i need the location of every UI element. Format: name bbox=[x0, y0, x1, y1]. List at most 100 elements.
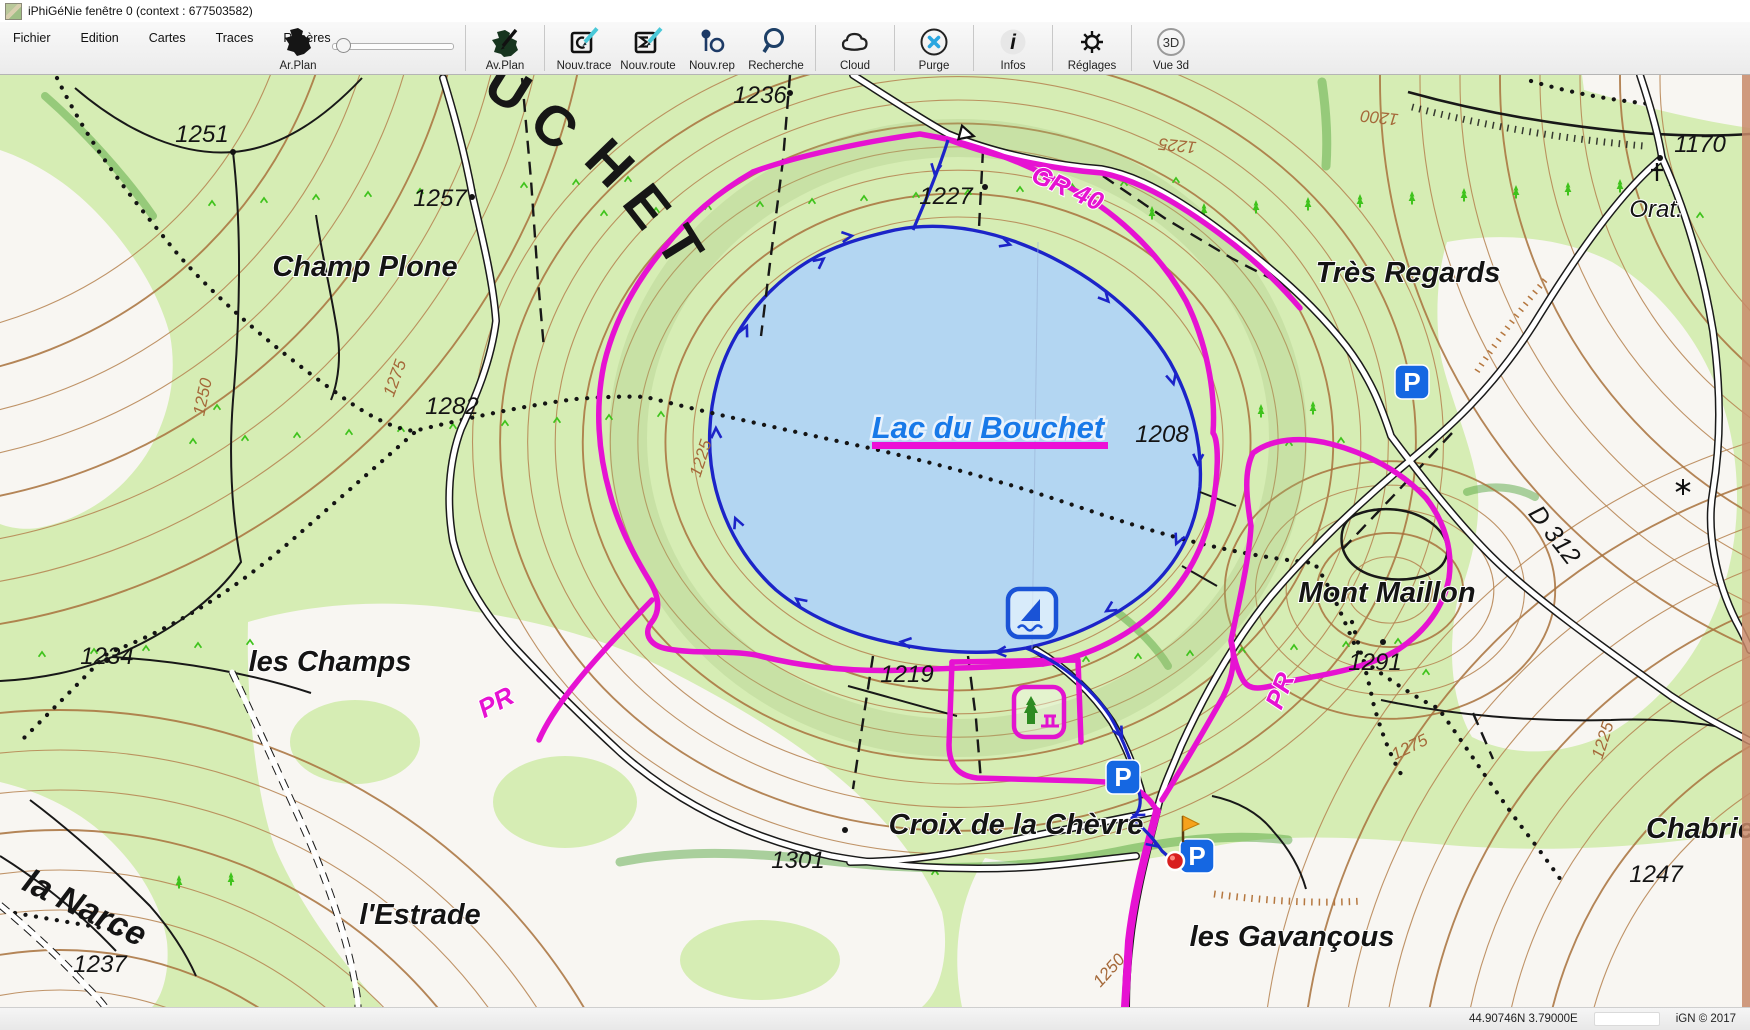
nouvtrace-label: Nouv.trace bbox=[557, 60, 612, 72]
search-icon bbox=[759, 23, 793, 60]
map-label: 1251 bbox=[175, 121, 228, 148]
map-label: 1225 bbox=[1157, 134, 1197, 157]
map-label: l'Estrade bbox=[359, 899, 480, 931]
avplan-button[interactable]: Av.Plan bbox=[473, 23, 537, 72]
svg-text:P: P bbox=[1403, 367, 1420, 397]
parking-icon[interactable]: P bbox=[1180, 839, 1214, 873]
map-label: 1247 bbox=[1629, 861, 1684, 888]
map-label: 1234 bbox=[80, 643, 133, 670]
map-label: Très Regards bbox=[1316, 257, 1501, 289]
arplan-button[interactable]: Ar.Plan bbox=[266, 23, 330, 72]
cloud-icon bbox=[838, 23, 872, 60]
toolbar-separator bbox=[894, 25, 895, 71]
statusbar: 44.90746N 3.79000E iGN © 2017 bbox=[0, 1007, 1750, 1030]
map-label: Orat. bbox=[1629, 196, 1682, 223]
purge-label: Purge bbox=[919, 60, 950, 72]
map-label: les Champs bbox=[249, 646, 412, 678]
spot-height-dot bbox=[842, 827, 848, 833]
map-label: Mont Maillon bbox=[1298, 577, 1475, 609]
app-icon bbox=[5, 3, 22, 20]
toolbar-separator bbox=[1052, 25, 1053, 71]
map-label: 1227 bbox=[919, 183, 974, 210]
purge-x-icon bbox=[917, 23, 951, 60]
svg-text:P: P bbox=[1114, 762, 1131, 792]
map-label: 1200 bbox=[1359, 106, 1399, 129]
gear-icon bbox=[1075, 23, 1109, 60]
menu-traces[interactable]: Traces bbox=[216, 31, 254, 45]
toolbar-separator bbox=[544, 25, 545, 71]
statusbar-pill bbox=[1594, 1012, 1660, 1026]
recherche-button[interactable]: Recherche bbox=[744, 23, 808, 72]
recherche-label: Recherche bbox=[748, 60, 804, 72]
map-label: Champ Plone bbox=[272, 251, 457, 283]
slider-thumb[interactable] bbox=[336, 38, 351, 53]
map-label: Croix de la Chèvre bbox=[889, 809, 1144, 841]
3d-icon: 3D bbox=[1154, 23, 1188, 60]
arplan-label: Ar.Plan bbox=[279, 60, 316, 72]
info-icon: i bbox=[996, 23, 1030, 60]
toolbar-separator bbox=[465, 25, 466, 71]
purge-button[interactable]: Purge bbox=[902, 23, 966, 72]
vue3d-button[interactable]: 3D Vue 3d bbox=[1139, 23, 1203, 72]
map-label: 1219 bbox=[880, 661, 933, 688]
map-label: 1282 bbox=[425, 393, 478, 420]
france-green-pencil-icon bbox=[489, 23, 521, 60]
map-label: les Gavançous bbox=[1190, 921, 1395, 953]
infos-label: Infos bbox=[1001, 60, 1026, 72]
cloud-button[interactable]: Cloud bbox=[823, 23, 887, 72]
infos-button[interactable]: i Infos bbox=[981, 23, 1045, 72]
map-label: 1237 bbox=[73, 951, 128, 978]
zoom-slider[interactable] bbox=[332, 43, 454, 50]
toolbar: Ar.Plan Av.Plan bbox=[266, 23, 1203, 74]
vue3d-label: Vue 3d bbox=[1153, 60, 1189, 72]
svg-text:3D: 3D bbox=[1163, 35, 1180, 50]
map-label: Chabrie bbox=[1646, 813, 1750, 845]
pin-icon bbox=[695, 23, 729, 60]
nouvroute-label: Nouv.route bbox=[620, 60, 675, 72]
toolbar-band: Fichier Edition Cartes Traces Repères Ar… bbox=[0, 22, 1750, 75]
reglages-button[interactable]: Réglages bbox=[1060, 23, 1124, 72]
map-label: 1257 bbox=[413, 185, 468, 212]
nouvrep-button[interactable]: Nouv.rep bbox=[680, 23, 744, 72]
map-label: 1236 bbox=[733, 82, 787, 109]
spot-height-dot bbox=[1657, 155, 1663, 161]
nouvtrace-button[interactable]: Nouv.trace bbox=[552, 23, 616, 72]
france-black-icon bbox=[282, 23, 314, 60]
window-titlebar: iPhiGéNie fenêtre 0 (context : 677503582… bbox=[0, 0, 1750, 22]
map-label: 1170 bbox=[1674, 131, 1726, 158]
menu-edition[interactable]: Edition bbox=[81, 31, 119, 45]
map-label: 1301 bbox=[771, 847, 824, 874]
nouvrep-label: Nouv.rep bbox=[689, 60, 735, 72]
spot-height-dot bbox=[982, 184, 988, 190]
svg-text:P: P bbox=[1188, 841, 1205, 871]
map-canvas[interactable]: PPP UCHET12511257Champ Plone12361227GR 4… bbox=[0, 75, 1750, 1007]
cloud-label: Cloud bbox=[840, 60, 870, 72]
map-area: PPP UCHET12511257Champ Plone12361227GR 4… bbox=[0, 75, 1750, 1007]
menu-cartes[interactable]: Cartes bbox=[149, 31, 186, 45]
window-title: iPhiGéNie fenêtre 0 (context : 677503582… bbox=[28, 4, 253, 18]
picnic-icon[interactable] bbox=[1014, 687, 1064, 737]
reglages-label: Réglages bbox=[1068, 60, 1117, 72]
toolbar-separator bbox=[1131, 25, 1132, 71]
nouvroute-button[interactable]: Nouv.route bbox=[616, 23, 680, 72]
toolbar-separator bbox=[973, 25, 974, 71]
sailing-icon[interactable] bbox=[1008, 589, 1056, 637]
spot-height-dot bbox=[230, 149, 236, 155]
parking-icon[interactable]: P bbox=[1395, 365, 1429, 399]
statusbar-copyright: iGN © 2017 bbox=[1676, 1013, 1736, 1025]
spot-height-dot bbox=[469, 194, 475, 200]
menu-fichier[interactable]: Fichier bbox=[13, 31, 51, 45]
parking-icon[interactable]: P bbox=[1106, 760, 1140, 794]
spot-height-dot bbox=[787, 90, 793, 96]
trace-pencil-icon bbox=[567, 23, 601, 60]
route-pencil-icon bbox=[631, 23, 665, 60]
lake-name-label: Lac du Bouchet bbox=[872, 410, 1106, 445]
toolbar-separator bbox=[815, 25, 816, 71]
waypoint-dot-icon[interactable] bbox=[1166, 852, 1184, 870]
statusbar-coordinates: 44.90746N 3.79000E bbox=[1469, 1013, 1578, 1025]
tile-edge-artifact bbox=[1742, 75, 1750, 1007]
map-label: 1208 bbox=[1135, 421, 1189, 448]
map-label: 1291 bbox=[1348, 649, 1401, 676]
avplan-label: Av.Plan bbox=[486, 60, 525, 72]
spot-height-dot bbox=[1380, 639, 1386, 645]
